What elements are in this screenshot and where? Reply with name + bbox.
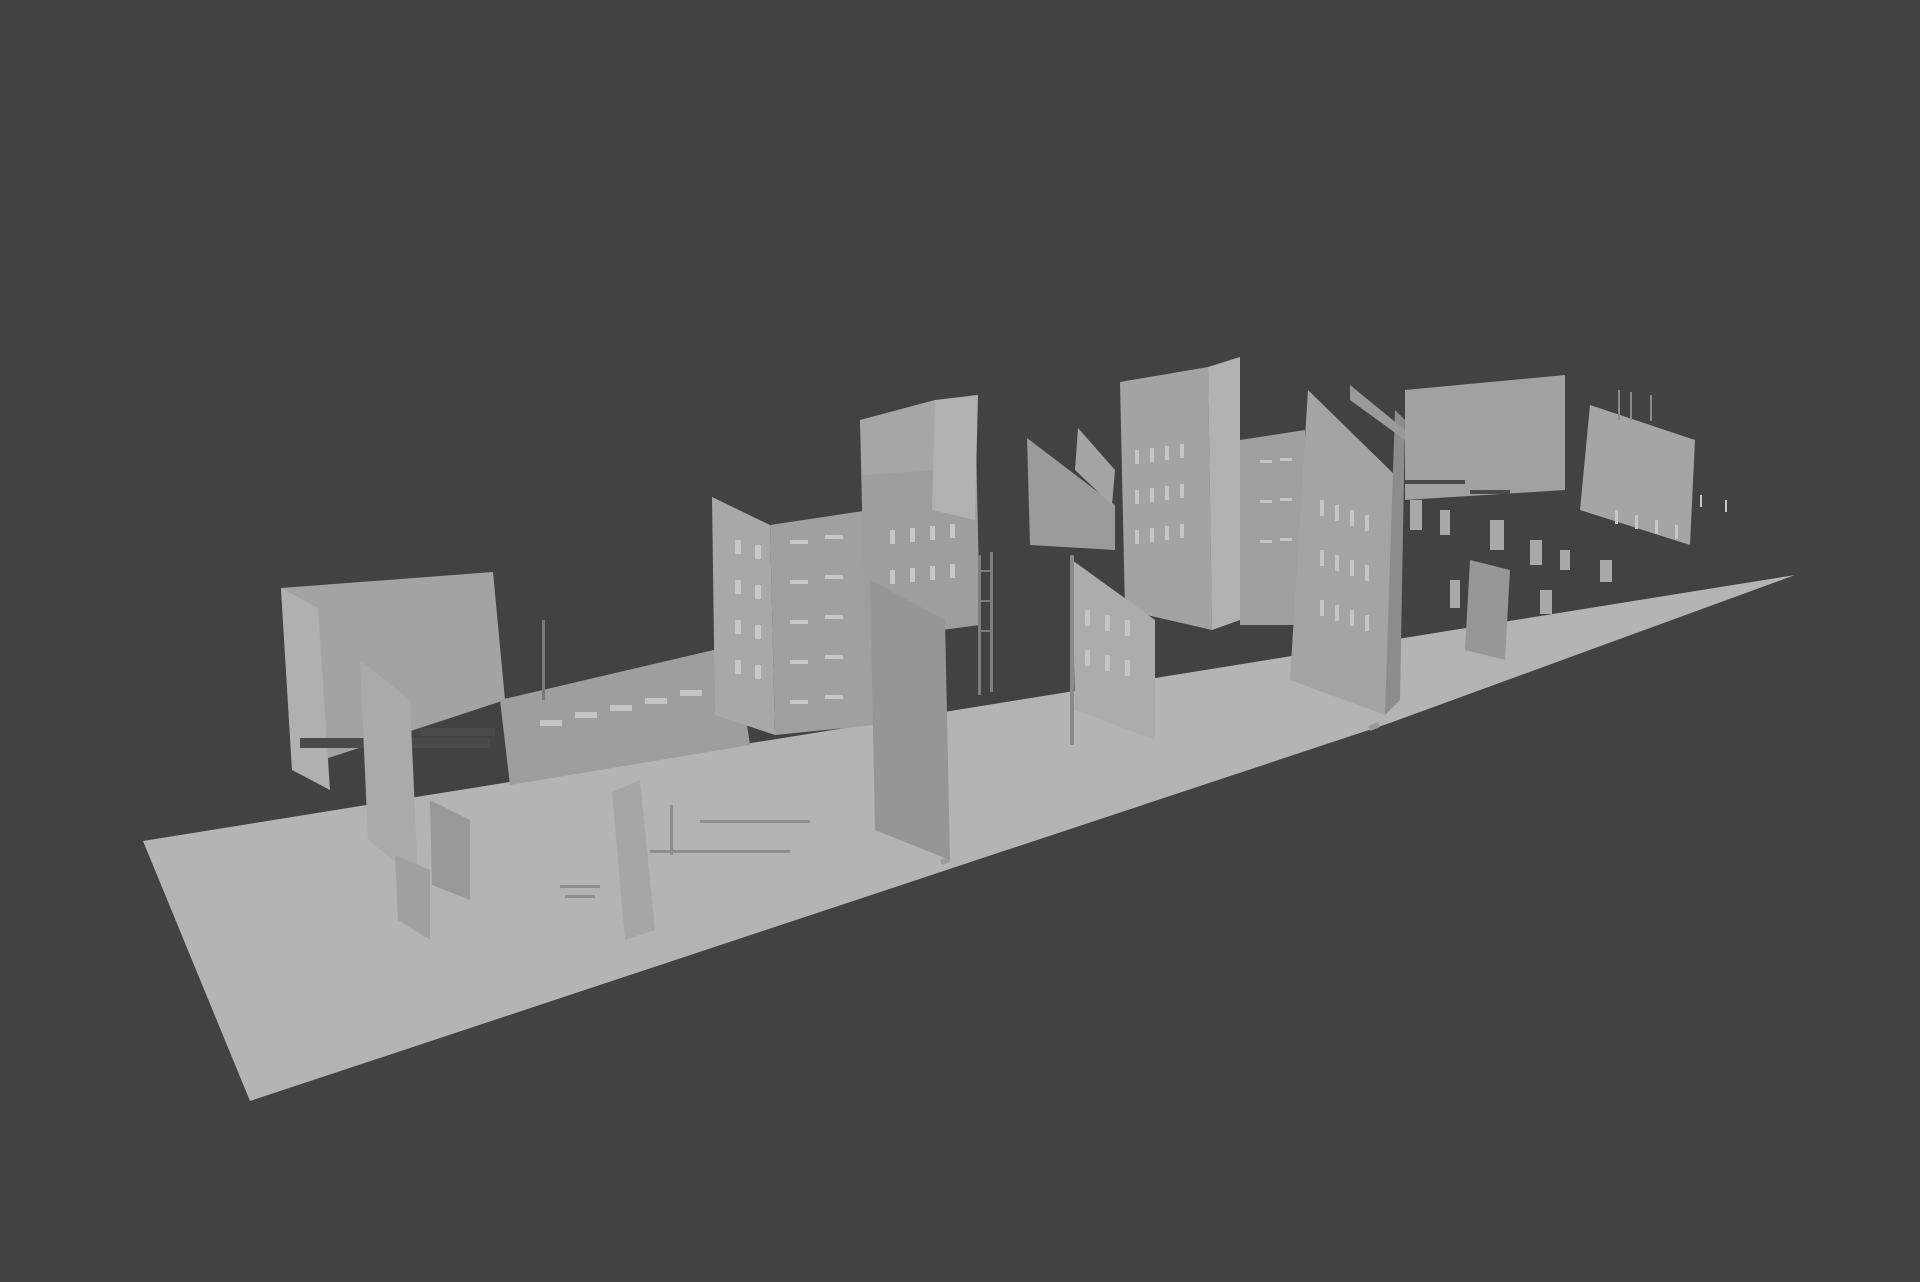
tower-c-slab [932,395,978,520]
right-scatter [1410,500,1612,614]
tower-f-face [1290,390,1400,715]
scene-render [143,357,1795,1101]
3d-viewport[interactable] [0,0,1920,1282]
tower-d-slab [1208,357,1240,630]
ladder [978,552,993,695]
tower-c-cantilever [860,400,940,475]
tower-b-face [770,510,875,735]
tower-front-slab [870,580,950,860]
right-panel [1465,560,1510,660]
tower-a-face [712,497,775,735]
